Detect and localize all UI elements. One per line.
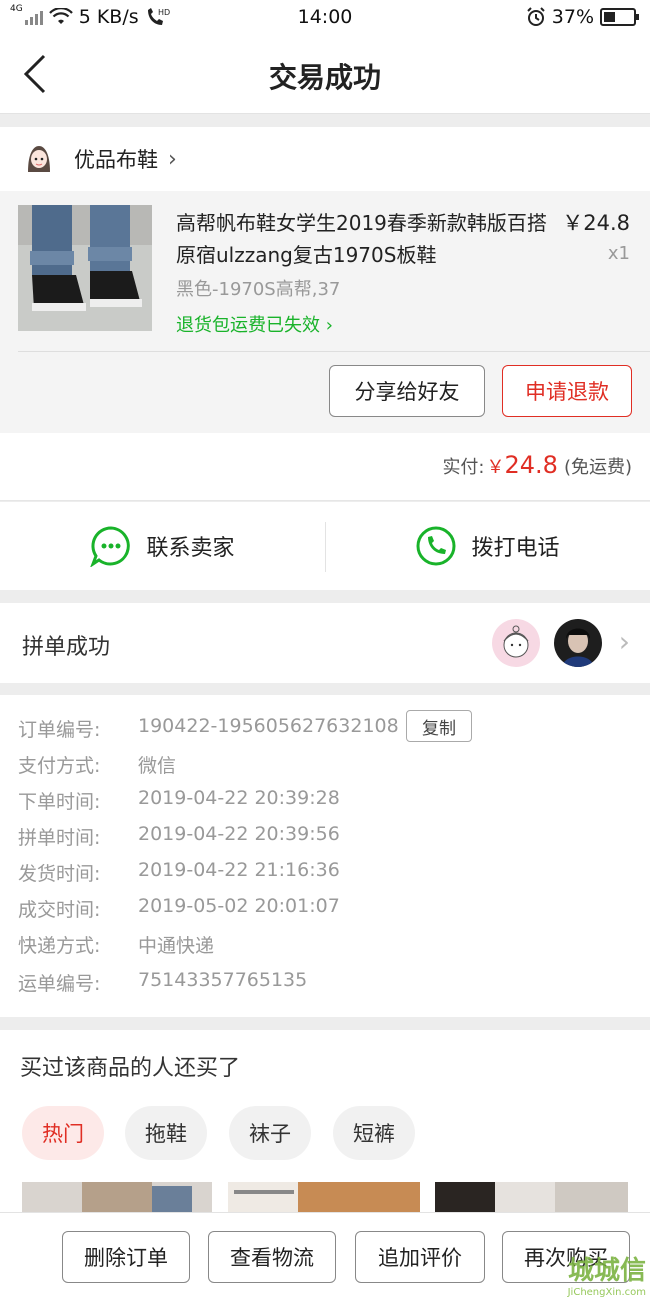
goods-card: 高帮帆布鞋女学生2019春季新款韩版百搭原宿ulzzang复古1970S板鞋 ￥… (0, 191, 650, 433)
chat-icon (90, 526, 131, 567)
contact-seller-button[interactable]: 联系卖家 (0, 502, 325, 590)
order-info-key: 发货时间: (18, 863, 101, 885)
chip-slippers[interactable]: 拖鞋 (125, 1106, 207, 1160)
call-phone-label: 拨打电话 (471, 536, 560, 561)
order-info-key: 拼单时间: (18, 827, 101, 849)
order-info-panel: 订单编号: 190422-195605627632108 支付方式: 微信下单时间: 2… (0, 695, 650, 1017)
watermark-logo: 城城信 JiChengXin.com (568, 1250, 646, 1298)
order-info-row: 发货时间: 2019-04-22 21:16:36 (18, 859, 340, 886)
shipping-note: (免运费) (563, 457, 632, 478)
call-phone-button[interactable]: 拨打电话 (325, 502, 650, 590)
order-info-value: 2019-05-02 20:01:07 (138, 895, 340, 917)
return-shipping-text: 退货包运费已失效 (176, 315, 320, 336)
chevron-right-icon: › (320, 315, 333, 336)
order-info-value: 75143357765135 (138, 969, 308, 991)
refund-button[interactable]: 申请退款 (502, 365, 632, 417)
order-info-key: 订单编号: (18, 719, 101, 741)
chip-hot[interactable]: 热门 (22, 1106, 104, 1160)
shop-avatar (22, 142, 56, 176)
order-info-value: 2019-04-22 21:16:36 (138, 859, 340, 881)
order-info-row: 订单编号: 190422-195605627632108 (18, 715, 399, 742)
chevron-right-icon: › (168, 146, 177, 172)
product-image[interactable] (18, 205, 152, 331)
order-info-value: 微信 (138, 755, 177, 777)
battery-percent: 37% (551, 6, 594, 28)
order-info-row: 快递方式: 中通快递 (18, 931, 214, 958)
order-info-row: 支付方式: 微信 (18, 751, 176, 778)
add-review-button[interactable]: 追加评价 (355, 1231, 485, 1283)
product-title[interactable]: 高帮帆布鞋女学生2019春季新款韩版百搭原宿ulzzang复古1970S板鞋 (176, 207, 556, 271)
order-info-key: 运单编号: (18, 973, 101, 995)
order-info-key: 成交时间: (18, 899, 101, 921)
view-logistics-button[interactable]: 查看物流 (208, 1231, 336, 1283)
page-title: 交易成功 (268, 61, 381, 94)
contact-bar: 联系卖家 拨打电话 (0, 502, 650, 590)
order-info-value: 2019-04-22 20:39:56 (138, 823, 340, 845)
payment-summary: 实付: ￥ 24.8 (免运费) (0, 433, 650, 501)
order-info-value: 190422-195605627632108 (138, 715, 399, 737)
order-info-key: 支付方式: (18, 755, 101, 777)
delete-order-button[interactable]: 删除订单 (62, 1231, 190, 1283)
bottom-action-bar: 删除订单 查看物流 追加评价 再次购买 (0, 1212, 650, 1300)
paid-label: 实付: (442, 457, 485, 478)
product-quantity: x1 (607, 243, 630, 264)
return-shipping-link[interactable]: 退货包运费已失效 › (176, 311, 333, 337)
chevron-right-icon: › (618, 625, 630, 658)
order-info-value: 2019-04-22 20:39:28 (138, 787, 340, 809)
paid-row: 实付: ￥ 24.8 (免运费) (442, 451, 632, 479)
currency-symbol: ￥ (486, 457, 505, 478)
nav-bar: 交易成功 (0, 34, 650, 114)
order-info-value: 中通快递 (138, 935, 215, 957)
order-info-row: 拼单时间: 2019-04-22 20:39:56 (18, 823, 340, 850)
chip-shorts[interactable]: 短裤 (333, 1106, 415, 1160)
divider (18, 351, 650, 352)
order-info-row: 运单编号: 75143357765135 (18, 969, 307, 996)
contact-seller-label: 联系卖家 (146, 536, 235, 561)
member-avatar (554, 619, 602, 667)
battery-icon (600, 8, 639, 26)
order-info-key: 快递方式: (18, 935, 101, 957)
share-button[interactable]: 分享给好友 (329, 365, 485, 417)
watermark-sub: JiChengXin.com (567, 1287, 646, 1298)
order-info-key: 下单时间: (18, 791, 101, 813)
paid-amount: 24.8 (504, 451, 558, 479)
order-info-row: 下单时间: 2019-04-22 20:39:28 (18, 787, 340, 814)
group-success-row[interactable]: 拼单成功 › (0, 603, 650, 683)
alarm-icon (527, 7, 545, 26)
copy-order-number-button[interactable]: 复制 (406, 710, 472, 742)
order-info-row: 成交时间: 2019-05-02 20:01:07 (18, 895, 340, 922)
status-bar: 4G 5 KB/s HD 14:00 37% (0, 0, 650, 34)
group-label: 拼单成功 (22, 635, 111, 660)
shop-header[interactable]: 优品布鞋 › (0, 127, 650, 191)
product-price: ￥24.8 (562, 211, 630, 235)
watermark-main: 城城信 (567, 1256, 646, 1286)
shop-name: 优品布鞋 (74, 148, 158, 172)
product-spec: 黑色-1970S高帮,37 (176, 279, 341, 300)
status-right: 37% (526, 6, 639, 28)
member-avatar (492, 619, 540, 667)
phone-icon (416, 526, 456, 566)
chip-socks[interactable]: 袜子 (229, 1106, 311, 1160)
recommendations-title: 买过该商品的人还买了 (20, 1056, 241, 1081)
